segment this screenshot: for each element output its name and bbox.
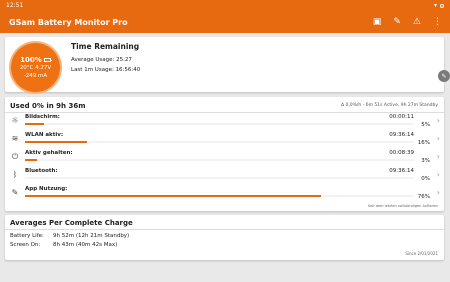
- averages-card: Averages Per Complete Charge Battery Lif…: [5, 215, 444, 260]
- time-remaining-card[interactable]: 100% 20°C 4.27V -249 mA Time Remaining A…: [5, 37, 444, 92]
- usage-item-percent: 16%: [417, 140, 430, 146]
- battery-percent: 100%: [20, 56, 52, 64]
- since-date: Since 2/01/2021: [405, 251, 438, 256]
- power-icon: ⏻: [11, 152, 19, 161]
- usage-item-bar: [25, 123, 414, 125]
- image-icon[interactable]: ▣: [373, 17, 382, 27]
- divider: [5, 112, 444, 113]
- usage-item[interactable]: ᛒ Bluetooth: 09:36:14 0% ›: [5, 168, 444, 186]
- usage-item-fill: [25, 141, 88, 143]
- usage-item-bar: [25, 195, 414, 197]
- usage-item[interactable]: ≋ WLAN aktiv: 09:36:14 16% ›: [5, 132, 444, 150]
- usage-item-label: Aktiv gehalten:: [25, 150, 73, 156]
- usage-item-percent: 76%: [417, 194, 430, 200]
- average-usage-row: Average Usage: 25:27: [71, 57, 132, 63]
- usage-item[interactable]: ✎ App Nutzung: 76% ›: [5, 186, 444, 204]
- chevron-right-icon[interactable]: ›: [437, 170, 440, 179]
- status-icons: ▾: [434, 2, 444, 9]
- battery-icon: [43, 57, 52, 62]
- chevron-right-icon[interactable]: ›: [437, 116, 440, 125]
- broom-icon[interactable]: ✎: [393, 17, 401, 27]
- usage-item-bar: [25, 159, 414, 161]
- battery-life-row: Battery Life: 9h 52m (12h 21m Standby): [10, 233, 130, 239]
- more-menu-icon[interactable]: ⋮: [433, 17, 442, 27]
- usage-card: Used 0% in 9h 36m Δ 0,0%/h - 6m 51s Acti…: [5, 97, 444, 211]
- screen-on-row: Screen On: 8h 43m (40m 42s Max): [10, 242, 118, 248]
- usage-item-time: 00:08:39: [389, 150, 414, 156]
- usage-item-percent: 5%: [421, 122, 430, 128]
- usage-item-percent: 3%: [421, 158, 430, 164]
- usage-title: Used 0% in 9h 36m: [10, 102, 86, 110]
- usage-footnote: Seit dem letzten vollständigen Aufladen: [367, 204, 438, 208]
- app-actions: ▣ ✎ ⚠ ⋮: [373, 17, 442, 27]
- usage-item[interactable]: ☼ Bildschirm: 00:00:11 5% ›: [5, 114, 444, 132]
- divider: [5, 229, 444, 230]
- wifi-icon: ≋: [11, 134, 19, 143]
- usage-summary: Δ 0,0%/h - 6m 51s Active, 9h 27m Standby: [340, 103, 438, 108]
- usage-item-percent: 0%: [421, 176, 430, 182]
- usage-item[interactable]: ⏻ Aktiv gehalten: 00:08:39 3% ›: [5, 150, 444, 168]
- battery-circle[interactable]: 100% 20°C 4.27V -249 mA: [11, 43, 60, 92]
- status-bar: 12:51 ▾: [0, 0, 450, 11]
- usage-item-time: 09:36:14: [389, 168, 414, 174]
- usage-item-time: 09:36:14: [389, 132, 414, 138]
- brightness-icon: ☼: [11, 116, 19, 125]
- status-time: 12:51: [6, 2, 24, 9]
- warning-icon[interactable]: ⚠: [413, 17, 421, 27]
- usage-item-label: Bluetooth:: [25, 168, 58, 174]
- averages-title: Averages Per Complete Charge: [10, 219, 133, 227]
- usage-item-label: App Nutzung:: [25, 186, 68, 192]
- time-remaining-heading: Time Remaining: [71, 42, 140, 51]
- app-title: GSam Battery Monitor Pro: [9, 17, 128, 27]
- chevron-right-icon[interactable]: ›: [437, 134, 440, 143]
- usage-item-bar: [25, 141, 414, 143]
- last-usage-row: Last 1m Usage: 16:56:40: [71, 67, 141, 73]
- usage-item-bar: [25, 177, 414, 179]
- usage-item-label: Bildschirm:: [25, 114, 60, 120]
- battery-status-icon: [440, 3, 444, 8]
- edit-icon[interactable]: ✎: [438, 70, 450, 82]
- chevron-right-icon[interactable]: ›: [437, 188, 440, 197]
- usage-item-label: WLAN aktiv:: [25, 132, 64, 138]
- battery-temp-voltage: 20°C 4.27V: [19, 64, 52, 71]
- usage-item-fill: [25, 195, 321, 197]
- usage-item-fill: [25, 123, 45, 125]
- wifi-status-icon: ▾: [433, 2, 437, 9]
- app-icon: ✎: [11, 188, 19, 197]
- app-bar: GSam Battery Monitor Pro ▣ ✎ ⚠ ⋮: [0, 11, 450, 33]
- usage-item-fill: [25, 159, 37, 161]
- bluetooth-icon: ᛒ: [12, 170, 18, 179]
- time-remaining-info: Time Remaining Average Usage: 25:27 Last…: [71, 42, 140, 75]
- usage-item-time: 00:00:11: [389, 114, 414, 120]
- chevron-right-icon[interactable]: ›: [437, 152, 440, 161]
- battery-current: -249 mA: [23, 72, 48, 79]
